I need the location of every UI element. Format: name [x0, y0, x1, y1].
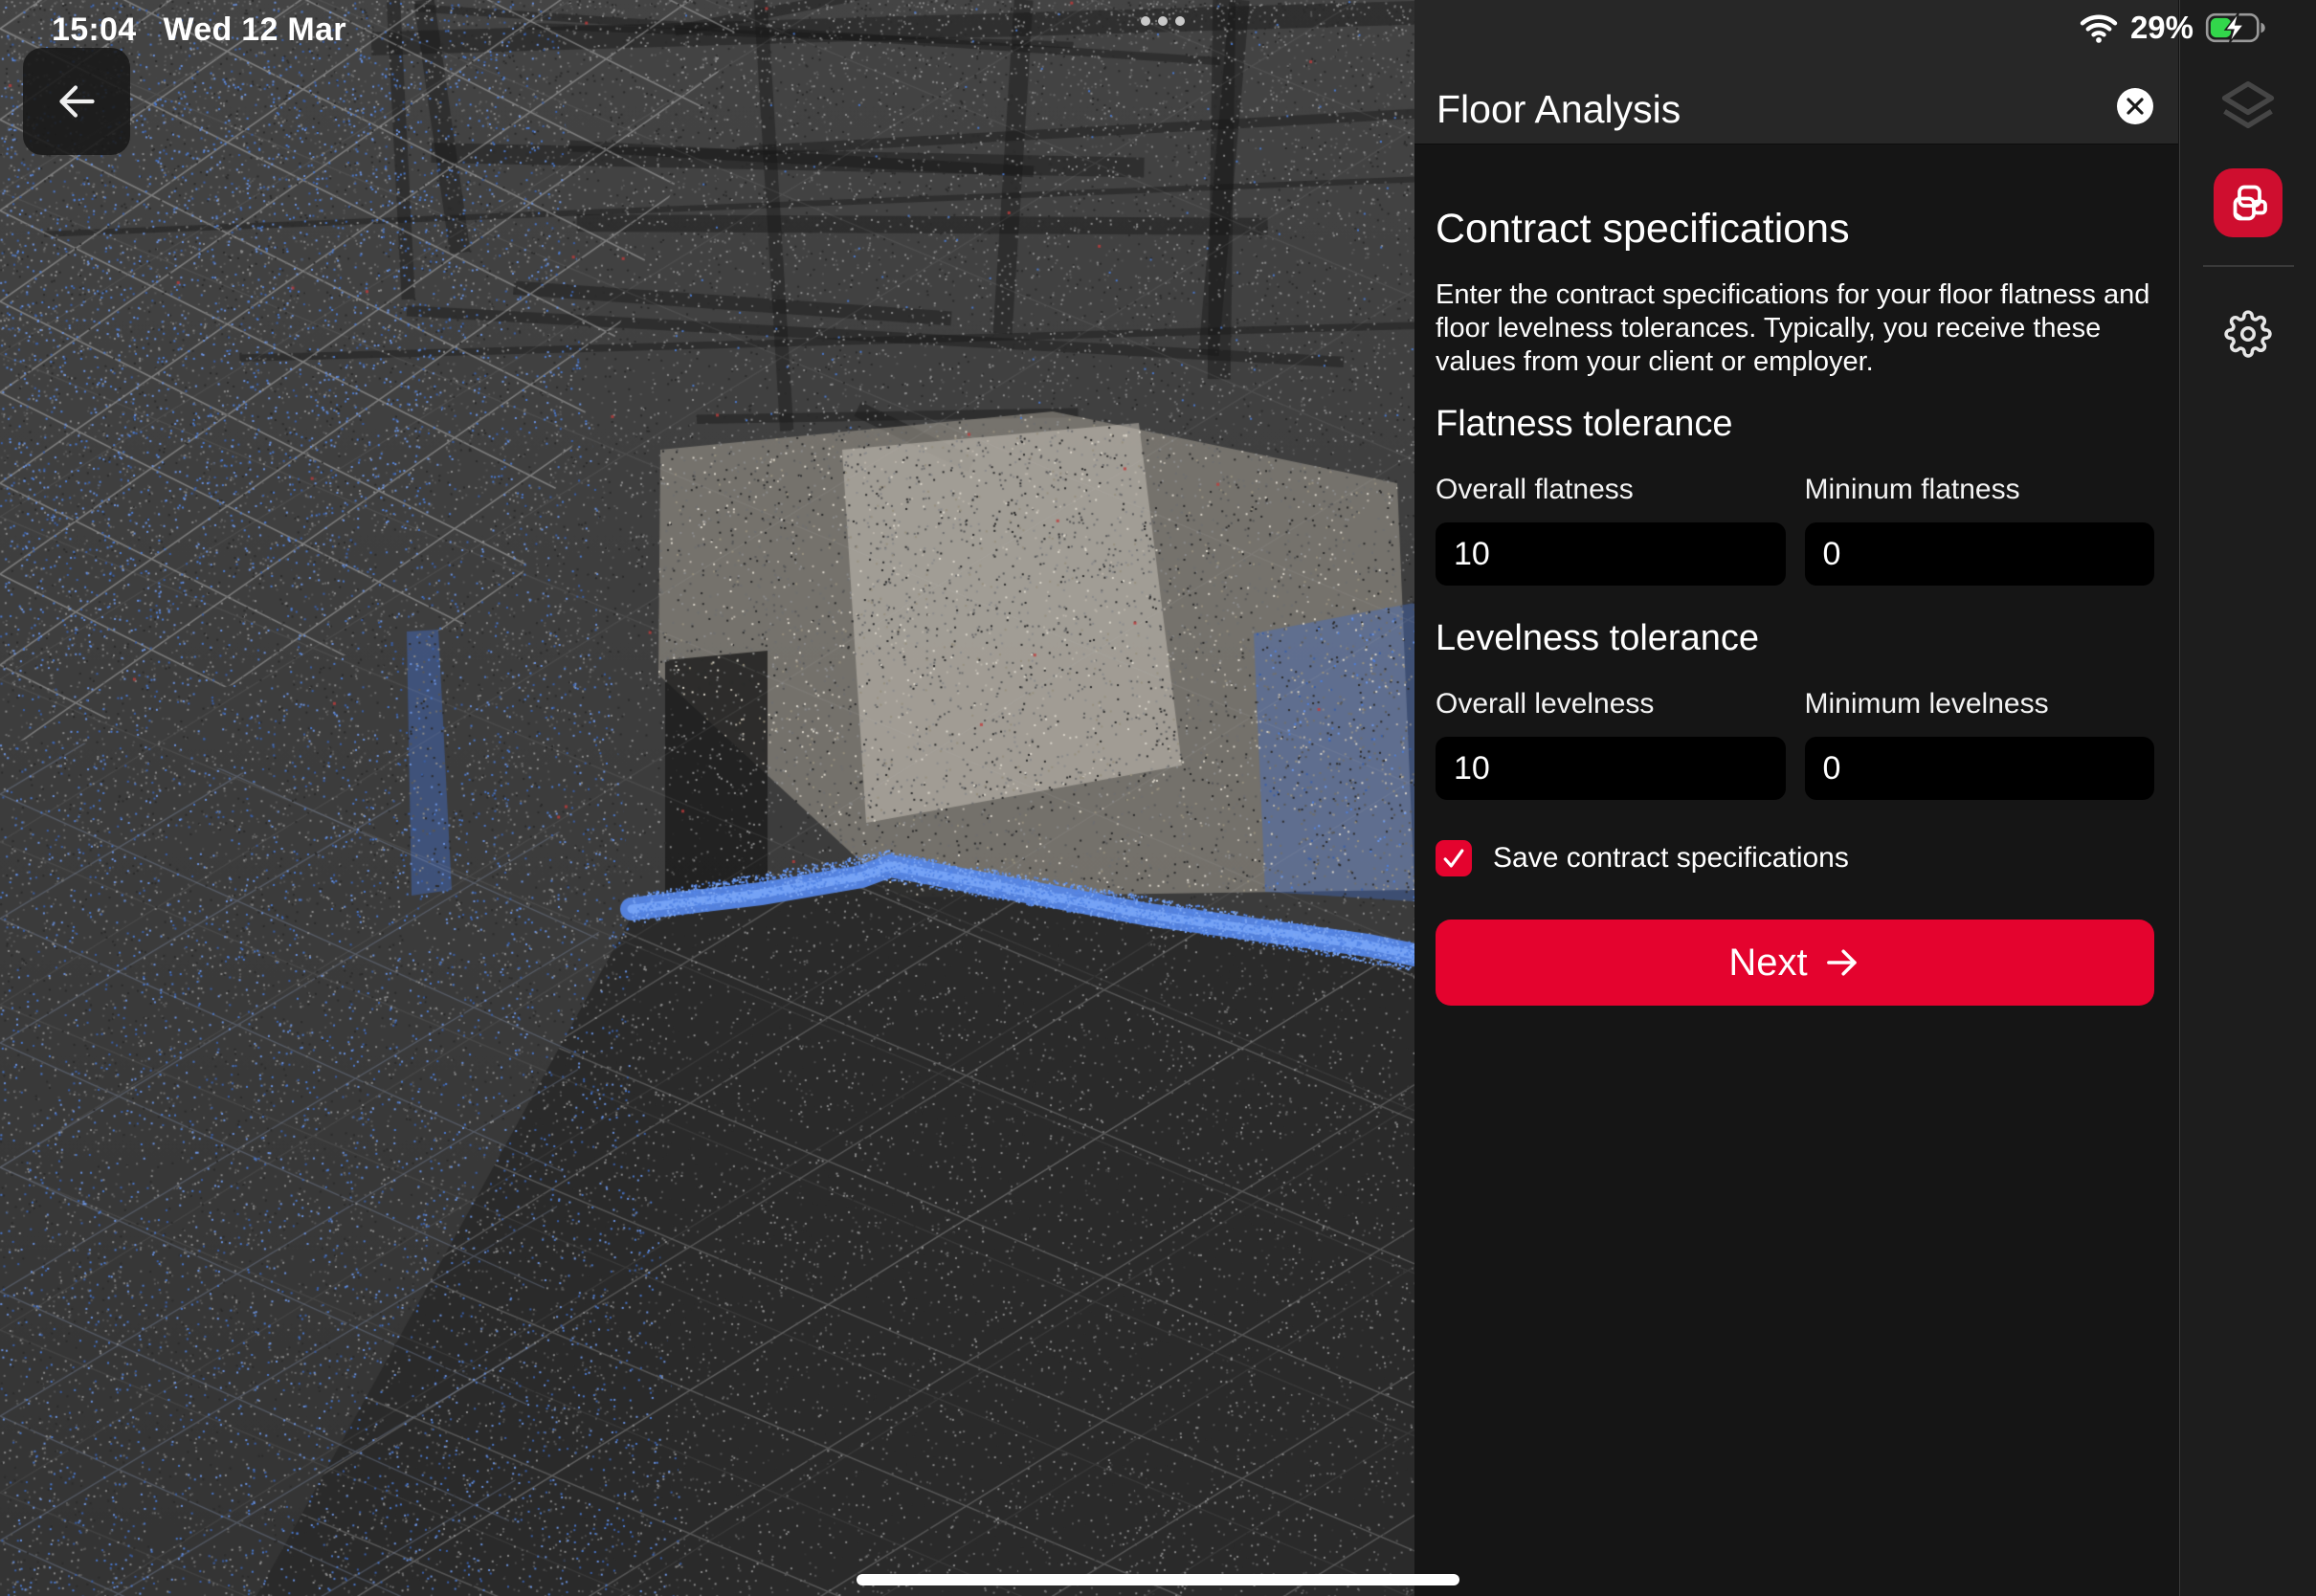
status-time: 15:04	[52, 11, 136, 49]
back-button[interactable]	[23, 48, 130, 155]
section-description: Enter the contract specifications for yo…	[1436, 278, 2168, 379]
layers-icon	[2216, 74, 2280, 137]
wifi-icon	[2079, 11, 2119, 44]
floor-analysis-tool-button[interactable]	[2214, 168, 2283, 237]
minimum-flatness-input[interactable]	[1805, 522, 2155, 586]
next-button[interactable]: Next	[1436, 920, 2154, 1006]
save-specs-checkbox-row[interactable]: Save contract specifications	[1436, 840, 2154, 876]
battery-charging-icon	[2205, 11, 2268, 44]
save-specs-label: Save contract specifications	[1493, 842, 1849, 875]
settings-button[interactable]	[2224, 310, 2272, 358]
minimum-levelness-label: Minimum levelness	[1805, 688, 2155, 720]
floor-analysis-icon	[2225, 180, 2271, 226]
gear-icon	[2224, 310, 2272, 358]
section-title: Contract specifications	[1436, 206, 2154, 253]
toolbar-divider	[2203, 265, 2294, 267]
panel-header: Floor Analysis	[1414, 0, 2178, 144]
next-button-label: Next	[1728, 942, 1807, 985]
ellipsis-icon	[1158, 16, 1168, 26]
arrow-right-icon	[1823, 943, 1861, 982]
overall-levelness-label: Overall levelness	[1436, 688, 1786, 720]
panel-body: Contract specifications Enter the contra…	[1414, 206, 2178, 1006]
arrow-left-icon	[49, 74, 104, 129]
flatness-heading: Flatness tolerance	[1436, 404, 2154, 445]
checkmark-icon	[1439, 844, 1468, 873]
status-bar-right: 29%	[2079, 10, 2268, 46]
minimum-levelness-input[interactable]	[1805, 737, 2155, 800]
status-bar-left: 15:04 Wed 12 Mar	[52, 11, 346, 49]
home-indicator[interactable]	[857, 1574, 1459, 1585]
point-cloud-viewer[interactable]	[0, 0, 1414, 1596]
battery-percent: 29%	[2130, 10, 2194, 46]
status-date: Wed 12 Mar	[163, 11, 345, 49]
x-circle-icon	[2125, 96, 2146, 117]
close-button[interactable]	[2117, 88, 2153, 124]
ellipsis-icon	[1141, 16, 1150, 26]
multitask-dots[interactable]	[1141, 16, 1185, 26]
overall-levelness-input[interactable]	[1436, 737, 1786, 800]
overall-flatness-label: Overall flatness	[1436, 474, 1786, 506]
levelness-heading: Levelness tolerance	[1436, 618, 2154, 659]
ellipsis-icon	[1175, 16, 1185, 26]
right-toolbar	[2179, 0, 2316, 1596]
point-cloud-canvas[interactable]	[0, 0, 1414, 1596]
panel-title: Floor Analysis	[1436, 87, 1681, 132]
overall-flatness-input[interactable]	[1436, 522, 1786, 586]
save-specs-checkbox[interactable]	[1436, 840, 1472, 876]
minimum-flatness-label: Mininum flatness	[1805, 474, 2155, 506]
layers-button[interactable]	[2216, 74, 2280, 137]
floor-analysis-panel: Floor Analysis Contract specifications E…	[1414, 0, 2178, 1596]
